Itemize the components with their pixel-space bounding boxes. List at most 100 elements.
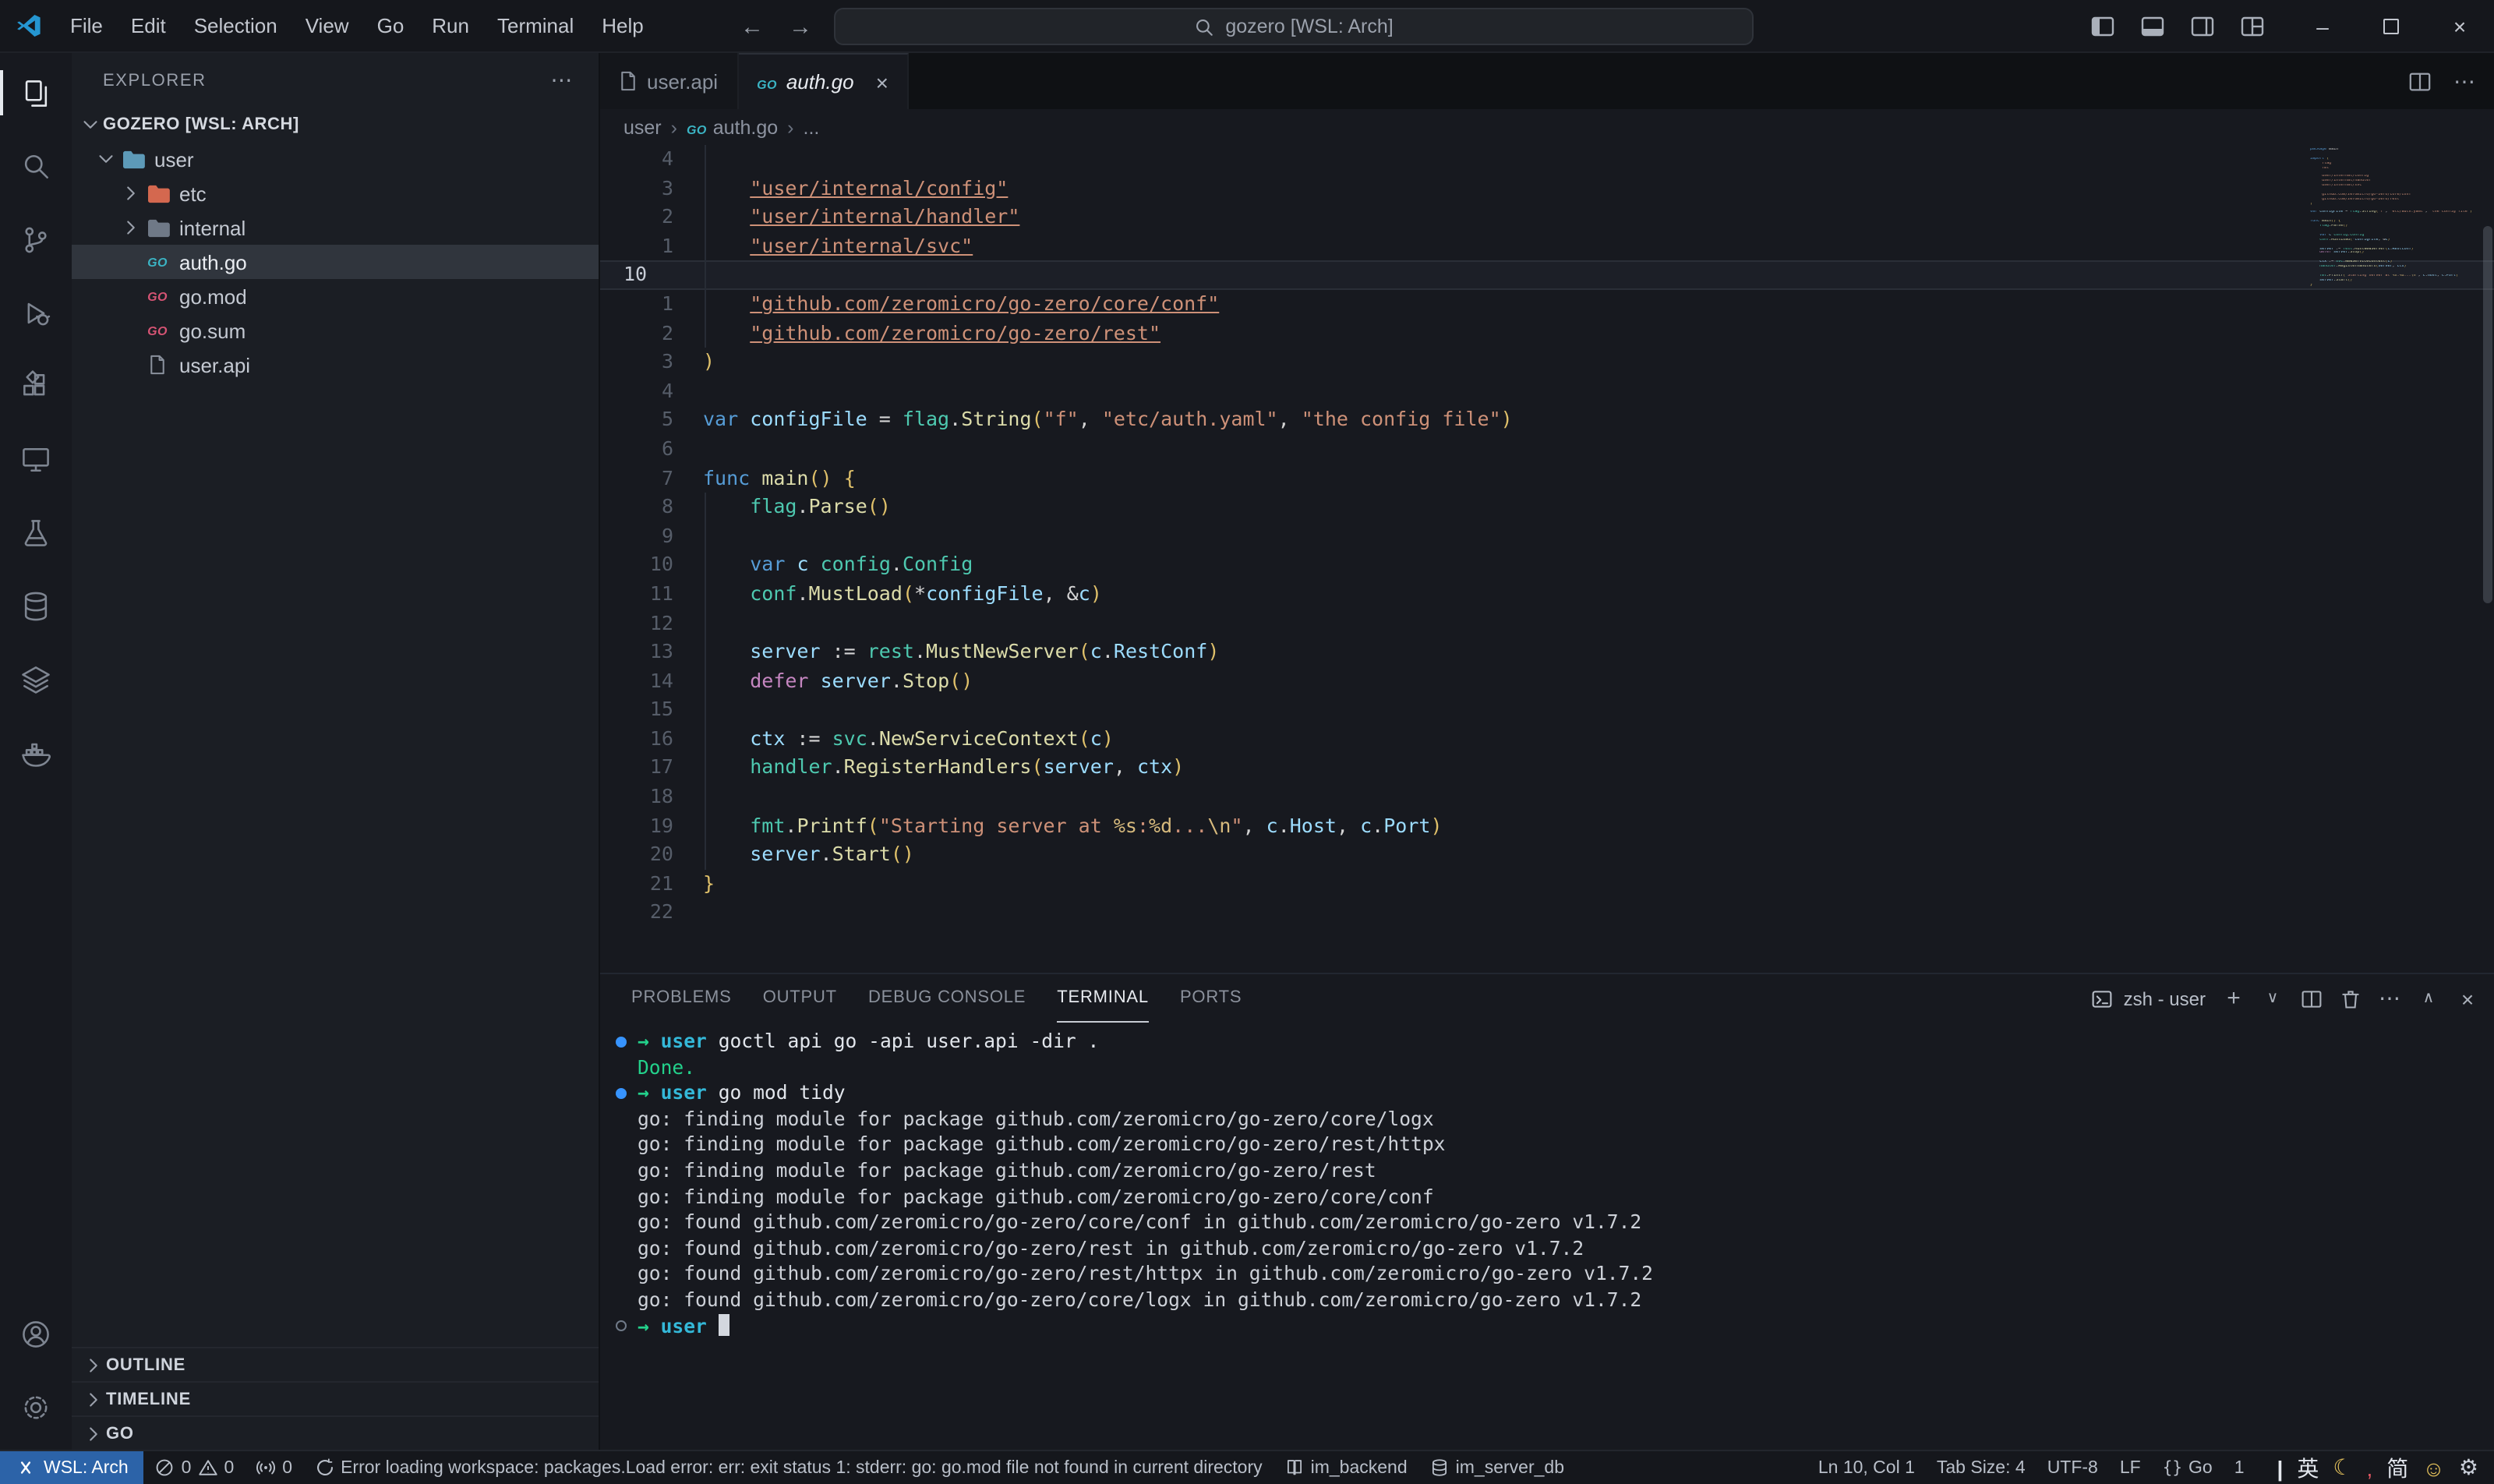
forward-icon[interactable]: → xyxy=(789,13,812,40)
menu-selection[interactable]: Selection xyxy=(180,0,291,51)
code-line[interactable]: 12 xyxy=(600,609,2494,638)
code-line[interactable]: 10 var c config.Config xyxy=(600,551,2494,580)
menu-file[interactable]: File xyxy=(56,0,117,51)
menu-go[interactable]: Go xyxy=(363,0,419,51)
breadcrumb-item[interactable]: ... xyxy=(804,116,820,138)
code-line[interactable]: 11 conf.MustLoad(*configFile, &c) xyxy=(600,580,2494,609)
status-im-server-db[interactable]: im_server_db xyxy=(1418,1451,1575,1484)
sidebar-section-timeline[interactable]: TIMELINE xyxy=(72,1381,599,1415)
split-editor-icon[interactable] xyxy=(2408,69,2432,93)
problems-status[interactable]: 0 0 xyxy=(144,1451,246,1484)
tree-item-go-mod[interactable]: GOgo.mod xyxy=(72,279,599,313)
tree-item-user-api[interactable]: user.api xyxy=(72,348,599,382)
notification-count-status[interactable]: 1 xyxy=(2224,1451,2256,1484)
panel-more-actions-icon[interactable]: ⋯ xyxy=(2379,985,2400,1012)
text-cursor[interactable]: | xyxy=(2277,1455,2284,1480)
remote-indicator[interactable]: WSL: Arch xyxy=(0,1451,144,1484)
activity-docker-icon[interactable] xyxy=(0,716,72,789)
code-line[interactable]: 4 xyxy=(600,377,2494,406)
activity-remote-explorer-icon[interactable] xyxy=(0,422,72,496)
back-icon[interactable]: ← xyxy=(740,13,764,40)
activity-database-icon[interactable] xyxy=(0,569,72,642)
menu-run[interactable]: Run xyxy=(418,0,483,51)
activity-explorer-icon[interactable] xyxy=(0,56,72,129)
code-line[interactable]: 17 handler.RegisterHandlers(server, ctx) xyxy=(600,754,2494,783)
ime-simplified-icon[interactable]: 简 xyxy=(2386,1452,2408,1483)
code-line[interactable]: 20 server.Start() xyxy=(600,841,2494,870)
code-line[interactable]: 6 xyxy=(600,435,2494,464)
tab-size-status[interactable]: Tab Size: 4 xyxy=(1926,1451,2037,1484)
code-line[interactable]: 3 "user/internal/config" xyxy=(600,174,2494,203)
toggle-sidebar-icon[interactable] xyxy=(2082,7,2123,44)
maximize-panel-icon[interactable]: ∧ xyxy=(2418,990,2439,1007)
status-im-backend[interactable]: im_backend xyxy=(1273,1451,1418,1484)
tree-item-etc[interactable]: etc xyxy=(72,176,599,210)
code-line[interactable]: 21} xyxy=(600,870,2494,899)
customize-layout-icon[interactable] xyxy=(2232,7,2273,44)
split-terminal-icon[interactable] xyxy=(2301,988,2323,1009)
minimap[interactable]: package mainimport ( "flag" "fmt" "user/… xyxy=(2310,148,2478,292)
tree-item-internal[interactable]: internal xyxy=(72,210,599,245)
code-line[interactable]: 2 "github.com/zeromicro/go-zero/rest" xyxy=(600,319,2494,348)
breadcrumb-item[interactable]: user xyxy=(624,116,662,138)
maximize-button[interactable] xyxy=(2357,0,2425,52)
night-mode-icon[interactable]: ☾ xyxy=(2333,1454,2352,1481)
code-line[interactable]: 9 xyxy=(600,521,2494,550)
code-line-current[interactable]: 10 xyxy=(600,261,2494,290)
terminal[interactable]: → user goctl api go -api user.api -dir .… xyxy=(600,1023,2494,1450)
emoji-icon[interactable]: ☺ xyxy=(2422,1455,2445,1480)
panel-tab-output[interactable]: OUTPUT xyxy=(763,974,837,1023)
tab-user-api[interactable]: user.api xyxy=(600,53,738,109)
breadcrumb-item[interactable]: GOauth.go xyxy=(687,116,778,138)
cursor-position-status[interactable]: Ln 10, Col 1 xyxy=(1807,1451,1926,1484)
ime-lang-icon[interactable]: 英 xyxy=(2297,1452,2319,1483)
language-mode-status[interactable]: {}Go xyxy=(2152,1451,2224,1484)
activity-settings-icon[interactable] xyxy=(0,1370,72,1443)
code-line[interactable]: 14 defer server.Stop() xyxy=(600,666,2494,695)
code-line[interactable]: 18 xyxy=(600,783,2494,811)
code-line[interactable]: 2 "user/internal/handler" xyxy=(600,203,2494,231)
close-tab-icon[interactable]: × xyxy=(876,69,888,94)
punctuation-icon[interactable]: , xyxy=(2367,1455,2373,1480)
code-line[interactable]: 3) xyxy=(600,348,2494,376)
code-line[interactable]: 13 server := rest.MustNewServer(c.RestCo… xyxy=(600,638,2494,666)
code-line[interactable]: 8 flag.Parse() xyxy=(600,493,2494,521)
terminal-shell-selector[interactable]: zsh - user xyxy=(2091,988,2206,1009)
command-center-search[interactable]: gozero [WSL: Arch] xyxy=(834,8,1754,45)
code-line[interactable]: 1 "user/internal/svc" xyxy=(600,232,2494,261)
workspace-root-folder[interactable]: GOZERO [WSL: ARCH] xyxy=(72,108,599,142)
sidebar-section-go[interactable]: GO xyxy=(72,1415,599,1450)
activity-run-debug-icon[interactable] xyxy=(0,276,72,349)
new-terminal-icon[interactable]: + xyxy=(2223,985,2245,1012)
toggle-panel-icon[interactable] xyxy=(2132,7,2173,44)
code-line[interactable]: 7func main() { xyxy=(600,464,2494,493)
menu-view[interactable]: View xyxy=(291,0,363,51)
code-line[interactable]: 5var configFile = flag.String("f", "etc/… xyxy=(600,406,2494,435)
minimize-button[interactable]: – xyxy=(2288,0,2357,52)
menu-terminal[interactable]: Terminal xyxy=(483,0,588,51)
tray-settings-gear-icon[interactable]: ⚙ xyxy=(2459,1454,2478,1481)
activity-search-icon[interactable] xyxy=(0,129,72,203)
panel-tab-debug-console[interactable]: DEBUG CONSOLE xyxy=(868,974,1026,1023)
code-line[interactable]: 19 fmt.Printf("Starting server at %s:%d.… xyxy=(600,811,2494,840)
panel-tab-terminal[interactable]: TERMINAL xyxy=(1057,974,1149,1023)
terminal-dropdown-chevron-icon[interactable]: ∨ xyxy=(2262,990,2284,1007)
panel-tab-problems[interactable]: PROBLEMS xyxy=(631,974,732,1023)
kill-terminal-icon[interactable] xyxy=(2340,988,2362,1009)
menu-edit[interactable]: Edit xyxy=(117,0,180,51)
code-line[interactable]: 15 xyxy=(600,696,2494,725)
close-panel-icon[interactable]: × xyxy=(2457,986,2478,1011)
activity-account-icon[interactable] xyxy=(0,1297,72,1370)
encoding-status[interactable]: UTF-8 xyxy=(2037,1451,2109,1484)
explorer-more-actions-icon[interactable]: ⋯ xyxy=(550,67,574,94)
panel-tab-ports[interactable]: PORTS xyxy=(1180,974,1242,1023)
tree-item-user[interactable]: user xyxy=(72,142,599,176)
ports-status[interactable]: 0 xyxy=(245,1451,303,1484)
code-line[interactable]: 22 xyxy=(600,899,2494,928)
command-decoration-pending-icon[interactable] xyxy=(613,1313,638,1339)
activity-layers-icon[interactable] xyxy=(0,642,72,716)
editor-scrollbar[interactable] xyxy=(2483,226,2492,603)
tree-item-go-sum[interactable]: GOgo.sum xyxy=(72,313,599,348)
tab-auth-go[interactable]: GOauth.go× xyxy=(738,53,909,109)
tree-item-auth-go[interactable]: GOauth.go xyxy=(72,245,599,279)
